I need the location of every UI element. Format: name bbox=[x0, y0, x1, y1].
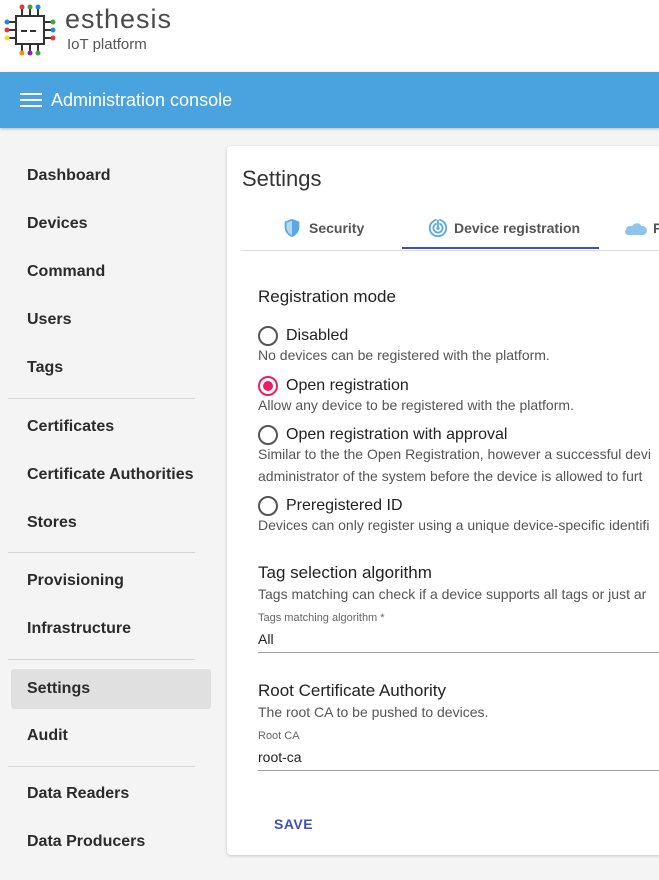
sidebar-item-audit[interactable]: Audit bbox=[11, 716, 211, 756]
sidebar-nav: Dashboard Devices Command Users Tags Cer… bbox=[0, 128, 220, 880]
radar-icon bbox=[428, 217, 448, 238]
root-ca-label: Root CA bbox=[258, 730, 300, 742]
sidebar-item-label: Infrastructure bbox=[27, 620, 132, 637]
sidebar-item-devices[interactable]: Devices bbox=[11, 204, 211, 244]
tab-label: Security bbox=[309, 220, 365, 236]
settings-tabs: Security Device registration P bbox=[241, 208, 659, 251]
radio-label: Open registration bbox=[286, 377, 409, 394]
sidebar-item-infrastructure[interactable]: Infrastructure bbox=[11, 609, 211, 649]
hamburger-menu-icon[interactable] bbox=[20, 90, 42, 110]
radio-label: Preregistered ID bbox=[286, 497, 403, 514]
radio-button[interactable] bbox=[258, 376, 278, 396]
toolbar-title: Administration console bbox=[51, 90, 233, 110]
radio-hint: Devices can only register using a unique… bbox=[258, 517, 650, 533]
sidebar-item-data-producers[interactable]: Data Producers bbox=[11, 822, 211, 862]
tab-label: Device registration bbox=[454, 220, 581, 236]
circuit-chip-icon bbox=[4, 4, 56, 56]
sidebar-item-label: Command bbox=[27, 263, 106, 280]
sidebar-item-label: Users bbox=[27, 311, 72, 328]
sidebar-item-label: Dashboard bbox=[27, 167, 111, 184]
root-ca-title: Root Certificate Authority bbox=[258, 681, 447, 700]
radio-button[interactable] bbox=[258, 326, 278, 346]
sidebar-item-certificates[interactable]: Certificates bbox=[11, 407, 211, 447]
sidebar-item-stores[interactable]: Stores bbox=[11, 503, 211, 543]
top-toolbar: Administration console bbox=[0, 72, 659, 128]
registration-mode-title: Registration mode bbox=[258, 287, 396, 306]
tags-matching-label: Tags matching algorithm * bbox=[258, 612, 385, 624]
sidebar-item-label: Stores bbox=[27, 514, 77, 531]
sidebar-item-users[interactable]: Users bbox=[11, 300, 211, 340]
sidebar-item-label: Certificates bbox=[27, 418, 115, 435]
sidebar-divider bbox=[8, 659, 195, 660]
active-tab-indicator bbox=[402, 247, 599, 249]
tab-device-registration[interactable]: Device registration bbox=[427, 208, 599, 250]
tab-cloud[interactable]: P bbox=[623, 208, 659, 250]
sidebar-item-data-readers[interactable]: Data Readers bbox=[11, 774, 211, 814]
sidebar-item-provisioning[interactable]: Provisioning bbox=[11, 561, 211, 601]
sidebar-item-tags[interactable]: Tags bbox=[11, 348, 211, 388]
tag-selection-title: Tag selection algorithm bbox=[258, 563, 432, 582]
root-ca-select[interactable]: root-ca bbox=[258, 748, 659, 771]
brand-header: esthesis IoT platform bbox=[0, 0, 659, 72]
sidebar-item-label: Audit bbox=[27, 727, 68, 744]
tag-selection-hint: Tags matching can check if a device supp… bbox=[258, 586, 647, 602]
radio-hint: Similar to the the Open Registration, ho… bbox=[258, 446, 651, 462]
sidebar-item-label: Data Producers bbox=[27, 833, 146, 850]
radio-hint-continued: administrator of the system before the d… bbox=[258, 468, 643, 484]
brand-name: esthesis bbox=[65, 4, 173, 34]
sidebar-item-label: Provisioning bbox=[27, 572, 124, 589]
tab-label: P bbox=[653, 220, 659, 236]
sidebar-item-command[interactable]: Command bbox=[11, 252, 211, 292]
radio-button[interactable] bbox=[258, 496, 278, 516]
root-ca-hint: The root CA to be pushed to devices. bbox=[258, 704, 489, 720]
sidebar-item-settings[interactable]: Settings bbox=[11, 669, 211, 709]
page-title: Settings bbox=[242, 166, 322, 191]
radio-label: Disabled bbox=[286, 327, 349, 344]
shield-icon bbox=[284, 218, 300, 238]
radio-hint: Allow any device to be registered with t… bbox=[258, 397, 574, 413]
sidebar-item-label: Devices bbox=[27, 215, 88, 232]
brand-subtitle: IoT platform bbox=[67, 36, 147, 53]
sidebar-item-label: Tags bbox=[27, 359, 64, 376]
settings-card: Settings Security Device registration P bbox=[227, 146, 659, 855]
sidebar-item-label: Data Readers bbox=[27, 785, 130, 802]
tab-security[interactable]: Security bbox=[281, 208, 401, 250]
sidebar-divider bbox=[8, 398, 195, 399]
save-button-label: SAVE bbox=[274, 816, 314, 832]
sidebar-item-label: Settings bbox=[27, 680, 91, 697]
sidebar-item-label: Certificate Authorities bbox=[27, 466, 194, 483]
sidebar-divider bbox=[8, 766, 195, 767]
sidebar-item-certificate-authorities[interactable]: Certificate Authorities bbox=[11, 455, 211, 495]
sidebar-divider bbox=[8, 552, 195, 553]
tags-matching-select[interactable]: All bbox=[258, 630, 659, 653]
cloud-icon bbox=[625, 223, 647, 235]
radio-hint: No devices can be registered with the pl… bbox=[258, 347, 550, 363]
radio-label: Open registration with approval bbox=[286, 426, 508, 443]
radio-button[interactable] bbox=[258, 425, 278, 445]
save-button[interactable]: SAVE bbox=[258, 806, 324, 842]
sidebar-item-dashboard[interactable]: Dashboard bbox=[11, 156, 211, 196]
